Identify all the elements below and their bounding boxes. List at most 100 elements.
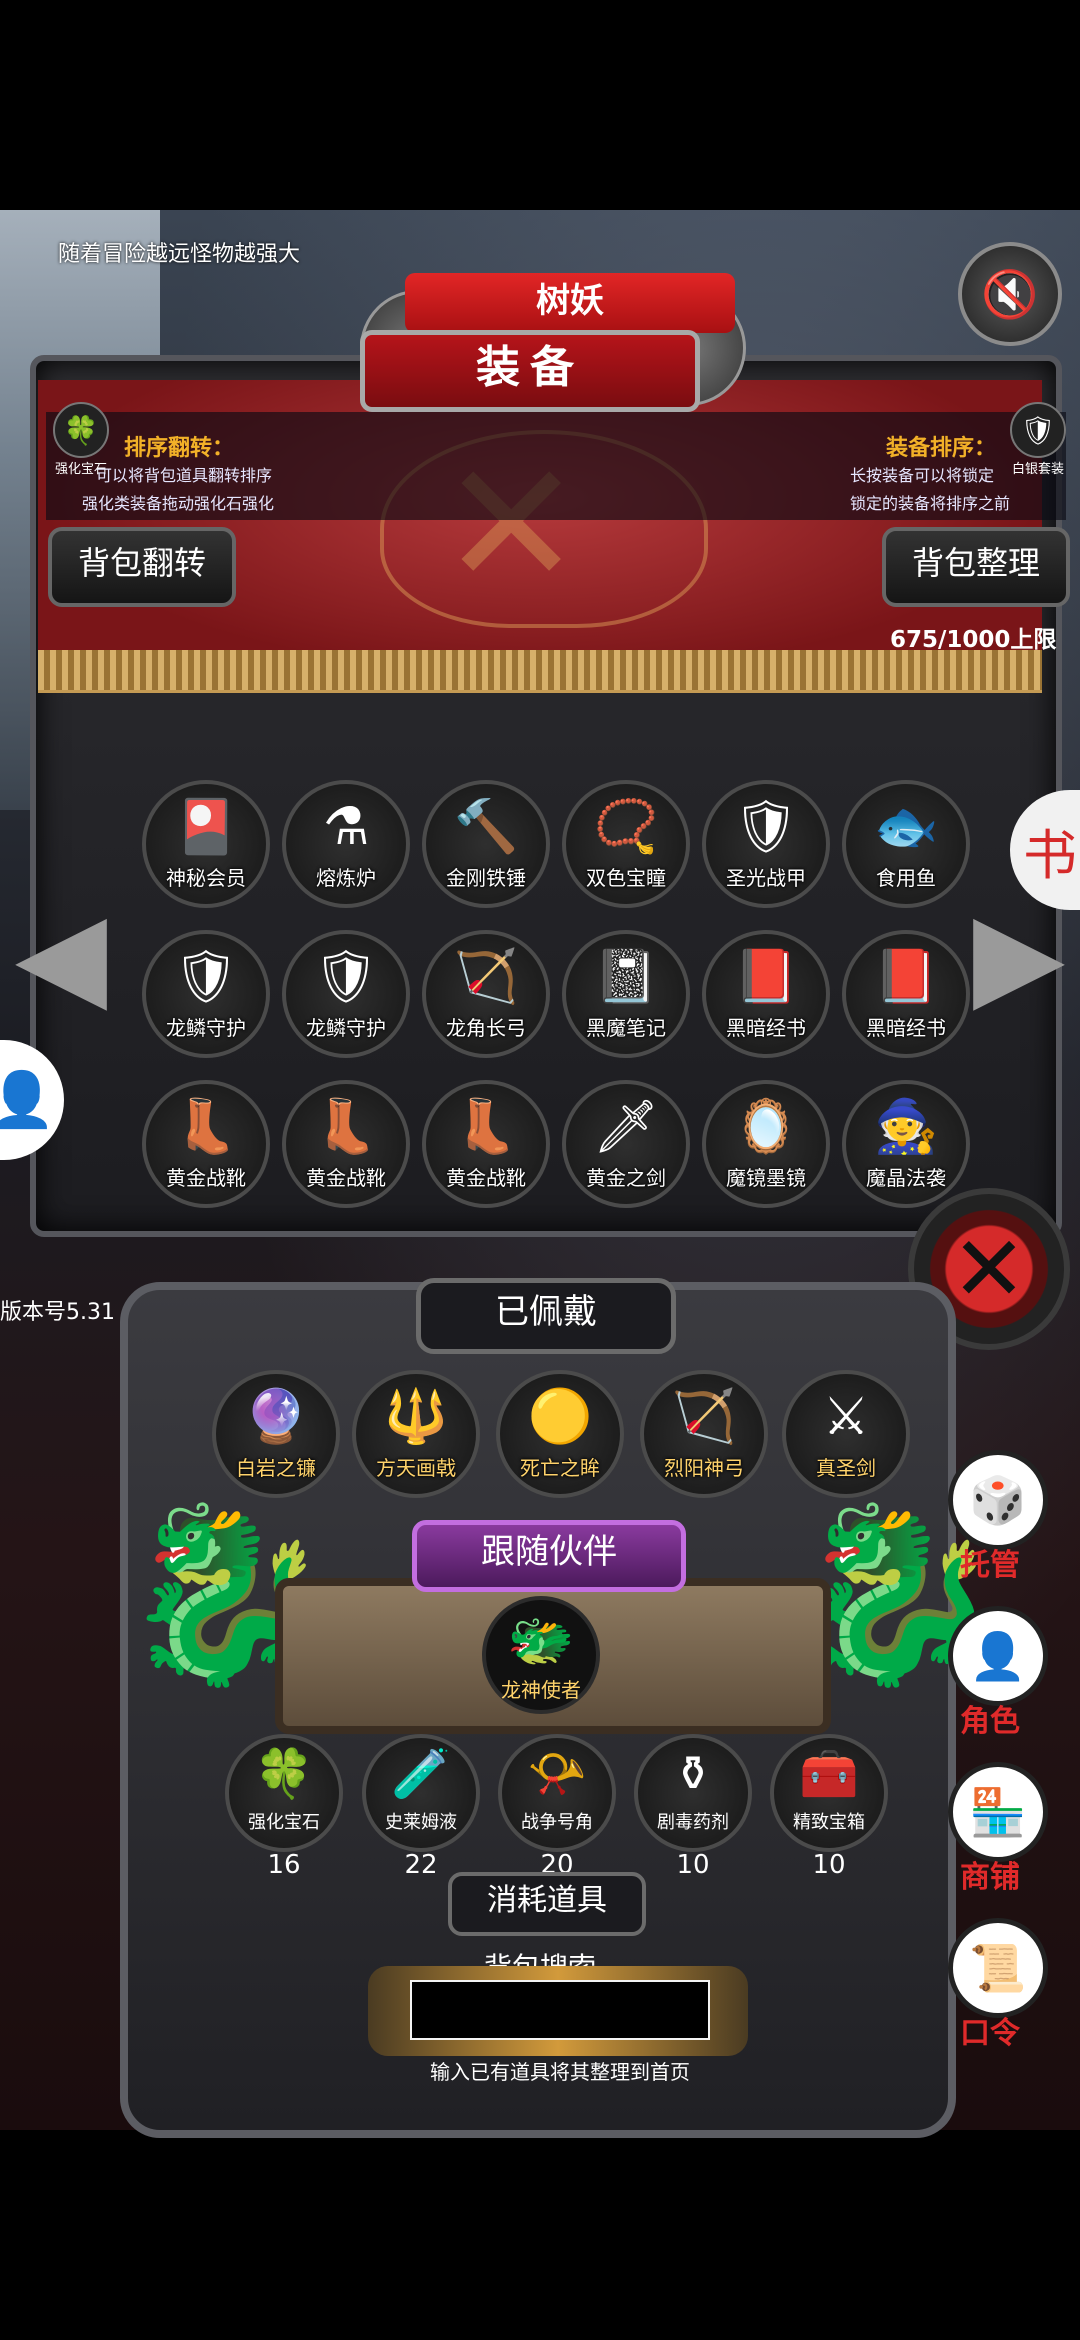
bag-item-slot[interactable]: 🎴 神秘会员 — [142, 780, 270, 908]
right-info-icon-label: 白银套装 — [1011, 462, 1064, 477]
consumable-label: 战争号角 — [521, 1812, 593, 1833]
bag-item-label: 熔炼炉 — [316, 866, 376, 890]
mirror-icon: 🪞 — [733, 1097, 799, 1157]
side-menu-button[interactable]: 🎲 — [948, 1450, 1048, 1550]
right-info-title: 装备排序： — [886, 436, 997, 461]
flip-bag-button[interactable]: 背包翻转 — [48, 527, 236, 607]
mute-toggle-button[interactable]: 🔇 — [958, 242, 1062, 346]
side-menu-button[interactable]: 👤 — [948, 1606, 1048, 1706]
bag-item-label: 黑魔笔记 — [586, 1016, 666, 1040]
worn-item-label: 死亡之眸 — [520, 1456, 600, 1480]
worn-item-label: 白岩之镰 — [236, 1456, 316, 1480]
bag-item-label: 神秘会员 — [166, 866, 246, 890]
worn-item-slot[interactable]: 🔱 方天画戟 — [352, 1370, 480, 1498]
bag-item-slot[interactable]: 🏹 龙角长弓 — [422, 930, 550, 1058]
top-tip: 随着冒险越远怪物越强大 — [58, 242, 301, 267]
bag-item-slot[interactable]: ⚗ 熔炼炉 — [282, 780, 410, 908]
companion-slot[interactable]: 🐲 龙神使者 — [482, 1596, 600, 1714]
worn-item-slot[interactable]: 🔮 白岩之镰 — [212, 1370, 340, 1498]
worn-title: 已佩戴 — [416, 1278, 676, 1354]
scroll-icon: 📜 — [969, 1940, 1027, 1995]
consumable-count: 16 — [267, 1850, 301, 1880]
card-icon: 🎴 — [173, 797, 239, 857]
bag-item-slot[interactable]: 🛡 龙鳞守护 — [142, 930, 270, 1058]
consumable-slot[interactable]: 🧪 史莱姆液 22 — [362, 1734, 480, 1880]
right-info-line1: 长按装备可以将锁定 — [850, 466, 995, 485]
worn-item-slot[interactable]: 🏹 烈阳神弓 — [640, 1370, 768, 1498]
boots-icon: 👢 — [453, 1097, 519, 1157]
bag-item-slot[interactable]: 👢 黄金战靴 — [282, 1080, 410, 1208]
prev-page-arrow-icon[interactable]: ◀ — [6, 855, 116, 1055]
shop-icon: 🏪 — [969, 1784, 1027, 1839]
consumable-slot[interactable]: 🍀 强化宝石 16 — [225, 1734, 343, 1880]
boots-icon: 👢 — [173, 1097, 239, 1157]
consumable-label: 强化宝石 — [248, 1812, 320, 1833]
side-menu-button[interactable]: 📜 — [948, 1918, 1048, 2018]
side-menu-label: 口令 — [960, 2016, 1020, 2051]
armor-set-icon: 🛡 — [1010, 402, 1066, 458]
bag-capacity: 675/1000上限 — [890, 627, 1057, 653]
bag-item-slot[interactable]: 🐟 食用鱼 — [842, 780, 970, 908]
bag-item-slot[interactable]: 🛡 龙鳞守护 — [282, 930, 410, 1058]
bag-item-slot[interactable]: 📕 黑暗经书 — [702, 930, 830, 1058]
version-label: 版本号5.31 — [0, 1300, 115, 1325]
bag-item-slot[interactable]: 👢 黄金战靴 — [422, 1080, 550, 1208]
red-book-icon: 📕 — [733, 947, 799, 1007]
bag-item-label: 黄金战靴 — [166, 1166, 246, 1190]
bag-item-label: 圣光战甲 — [726, 866, 806, 890]
bag-item-slot[interactable]: 🛡 圣光战甲 — [702, 780, 830, 908]
horn-icon: 📯 — [527, 1746, 587, 1802]
armor-icon: 🛡 — [732, 797, 799, 857]
bag-item-slot[interactable]: 🪞 魔镜墨镜 — [702, 1080, 830, 1208]
bag-item-slot[interactable]: 🗡 黄金之剑 — [562, 1080, 690, 1208]
consumable-slot[interactable]: 📯 战争号角 20 — [498, 1734, 616, 1880]
bag-item-label: 魔镜墨镜 — [726, 1166, 806, 1190]
gem-icon: 🍀 — [53, 402, 109, 458]
shield-icon: 🛡 — [312, 947, 379, 1007]
bag-item-label: 黑暗经书 — [726, 1016, 806, 1040]
pendant-icon: 📿 — [593, 797, 659, 857]
consumable-slot[interactable]: 🧰 精致宝箱 10 — [770, 1734, 888, 1880]
left-info-line1: 可以将背包道具翻转排序 — [96, 466, 273, 485]
consumable-slot[interactable]: ⚱ 剧毒药剂 10 — [634, 1734, 752, 1880]
poison-icon: ⚱ — [672, 1746, 714, 1802]
dice-icon: 🎲 — [969, 1472, 1027, 1527]
right-info-icon-wrap[interactable]: 🛡 白银套装 — [998, 402, 1078, 477]
bag-item-slot[interactable]: 📕 黑暗经书 — [842, 930, 970, 1058]
consumables-title: 消耗道具 — [448, 1872, 646, 1936]
bag-item-label: 黑暗经书 — [866, 1016, 946, 1040]
bag-item-label: 食用鱼 — [876, 866, 936, 890]
consumable-label: 史莱姆液 — [385, 1812, 457, 1833]
companion-title: 跟随伙伴 — [412, 1520, 686, 1592]
book-icon: 📓 — [593, 947, 659, 1007]
bag-item-slot[interactable]: 👢 黄金战靴 — [142, 1080, 270, 1208]
bag-item-slot[interactable]: 🧙 魔晶法袭 — [842, 1080, 970, 1208]
search-input[interactable] — [410, 1980, 710, 2040]
side-menu-label: 托管 — [960, 1548, 1020, 1583]
wizard-icon: 🧙 — [873, 1097, 939, 1157]
consumable-label: 精致宝箱 — [793, 1812, 865, 1833]
bag-item-slot[interactable]: 📓 黑魔笔记 — [562, 930, 690, 1058]
bag-item-label: 黄金之剑 — [586, 1166, 666, 1190]
side-menu-button[interactable]: 🏪 — [948, 1762, 1048, 1862]
worn-item-slot[interactable]: 🟡 死亡之眸 — [496, 1370, 624, 1498]
side-menu-label: 商铺 — [960, 1860, 1020, 1895]
furnace-icon: ⚗ — [322, 797, 370, 857]
bag-item-label: 龙角长弓 — [446, 1016, 526, 1040]
worn-item-label: 方天画戟 — [376, 1456, 456, 1480]
fire-dragon-icon: 🐲 — [507, 1609, 575, 1672]
worn-item-label: 烈阳神弓 — [664, 1456, 744, 1480]
potion-icon: 🧪 — [391, 1746, 451, 1802]
sort-bag-button[interactable]: 背包整理 — [882, 527, 1070, 607]
halberd-icon: 🔱 — [383, 1387, 449, 1447]
worn-item-slot[interactable]: ⚔ 真圣剑 — [782, 1370, 910, 1498]
bag-item-label: 双色宝瞳 — [586, 866, 666, 890]
bag-item-slot[interactable]: 🔨 金刚铁锤 — [422, 780, 550, 908]
bag-item-slot[interactable]: 📿 双色宝瞳 — [562, 780, 690, 908]
scythe-icon: 🔮 — [243, 1387, 309, 1447]
character-icon: 👤 — [969, 1628, 1027, 1683]
companion-name: 龙神使者 — [501, 1678, 581, 1702]
boots-icon: 👢 — [313, 1097, 379, 1157]
banner-fringe — [38, 650, 1042, 690]
bag-item-label: 黄金战靴 — [306, 1166, 386, 1190]
